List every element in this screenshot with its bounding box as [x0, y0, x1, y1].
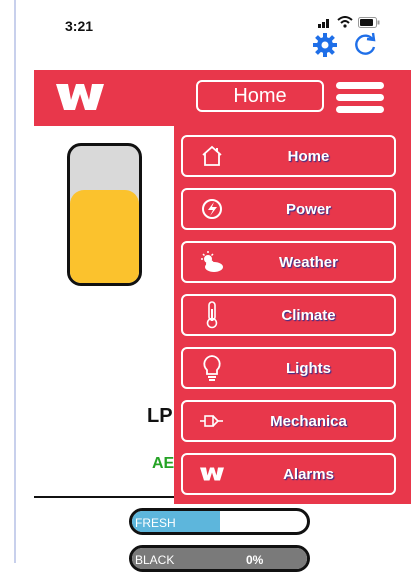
menu-item-label: Home: [287, 147, 330, 165]
hamburger-menu-icon[interactable]: [336, 82, 384, 114]
menu-item-power[interactable]: Power: [181, 188, 396, 230]
top-actions: [312, 32, 378, 58]
menu-item-label: Weather: [279, 253, 338, 271]
section-divider: [34, 496, 174, 498]
menu-item-label: Climate: [281, 306, 336, 324]
black-tank-bar: BLACK 0%: [129, 545, 310, 572]
menu-item-label: Alarms: [283, 465, 334, 483]
menu-item-lights[interactable]: Lights: [181, 347, 396, 389]
menu-item-climate[interactable]: Climate: [181, 294, 396, 336]
status-time: 3:21: [65, 18, 94, 34]
menu-item-label: Power: [285, 200, 331, 218]
gear-icon[interactable]: [312, 32, 338, 58]
plug-icon: [199, 408, 225, 434]
lightbulb-icon: [199, 355, 225, 381]
menu-item-label: Lights: [286, 359, 331, 377]
signal-icon: [318, 18, 329, 28]
tank-name: FRESH: [135, 516, 176, 530]
battery-icon: [358, 16, 380, 28]
tank-status-label: AE: [152, 455, 175, 472]
refresh-icon[interactable]: [352, 32, 378, 58]
thermometer-icon: [199, 301, 225, 329]
tank-percent: 50%: [246, 516, 271, 530]
wifi-icon: [337, 16, 353, 28]
nav-menu: Home Power Weather Climate Lights Mechan…: [174, 126, 411, 504]
app-header: Home: [34, 70, 411, 126]
menu-item-label: Mechanica: [270, 412, 347, 430]
menu-item-home[interactable]: Home: [181, 135, 396, 177]
tank-percent: 0%: [246, 553, 264, 567]
tank-name: BLACK: [135, 553, 175, 567]
left-edge-rule: [14, 0, 16, 563]
status-icons: [318, 16, 380, 28]
menu-item-alarms[interactable]: Alarms: [181, 453, 396, 495]
w-logo-icon: [199, 461, 225, 487]
fresh-tank-bar: FRESH 50%: [129, 508, 310, 535]
power-icon: [199, 196, 225, 222]
lp-label: LP: [147, 405, 173, 427]
lp-tank-gauge: [67, 143, 142, 286]
house-icon: [199, 143, 225, 169]
page-title-button[interactable]: Home: [196, 80, 324, 112]
w-logo-icon[interactable]: [56, 82, 104, 112]
weather-icon: [199, 249, 225, 275]
menu-item-mechanica[interactable]: Mechanica: [181, 400, 396, 442]
menu-item-weather[interactable]: Weather: [181, 241, 396, 283]
tank-level-fill: [70, 189, 139, 283]
